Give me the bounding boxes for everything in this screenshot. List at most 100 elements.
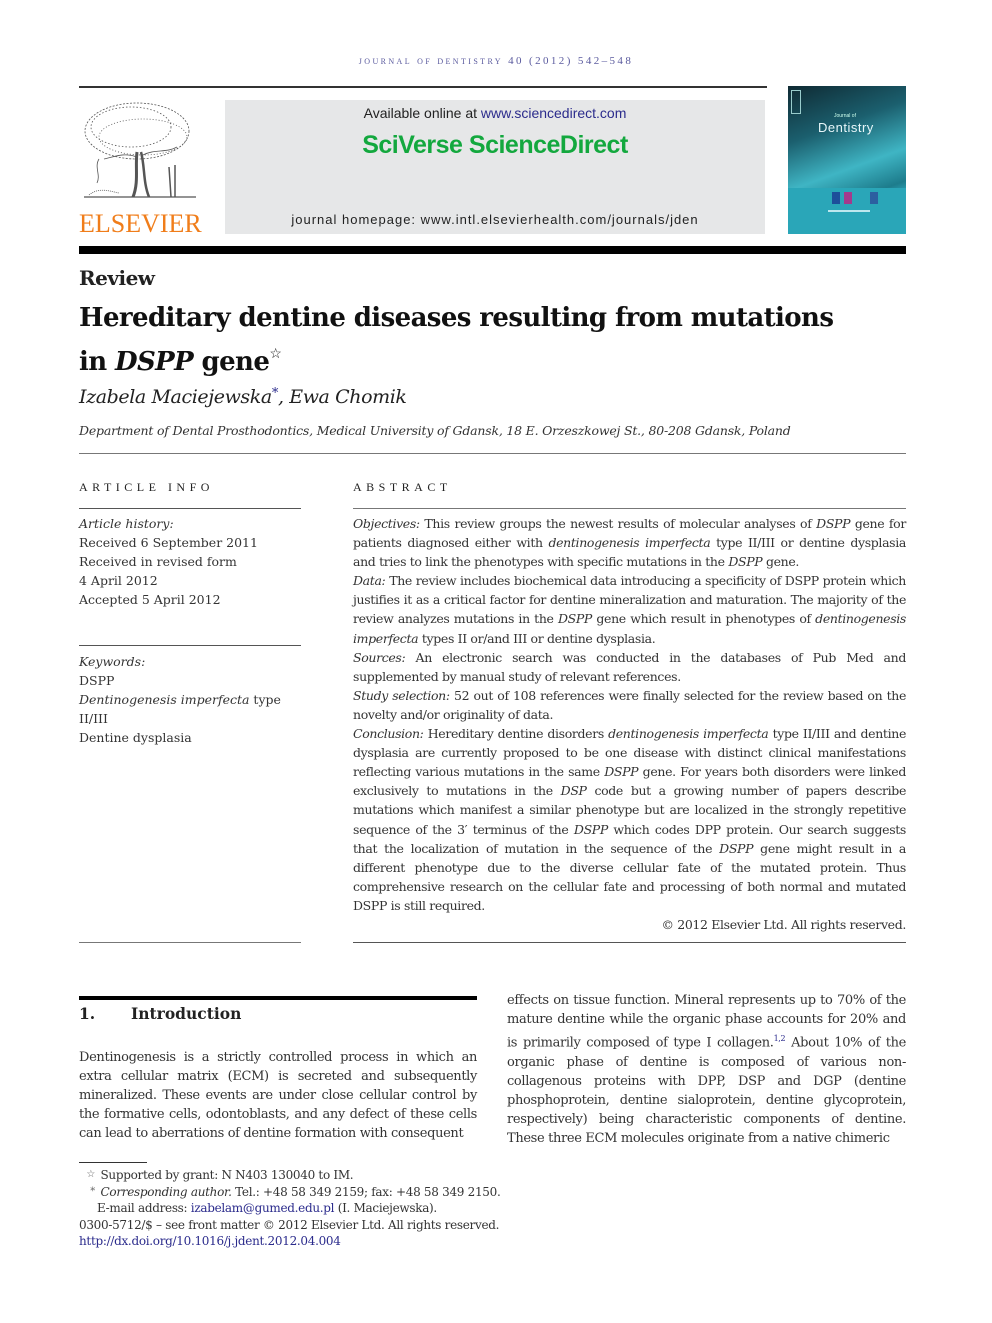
cover-thumb-3 <box>870 192 878 204</box>
abstract-rule <box>353 508 906 509</box>
journal-homepage[interactable]: journal homepage: www.intl.elsevierhealt… <box>225 212 765 227</box>
abstract-text: This review groups the newest results of… <box>419 516 817 531</box>
article-title: Hereditary dentine diseases resulting fr… <box>79 300 859 380</box>
reference-citation[interactable]: 1,2 <box>774 1034 786 1043</box>
title-line-1: Hereditary dentine diseases resulting fr… <box>79 303 834 333</box>
available-online-line: Available online at www.sciencedirect.co… <box>225 105 765 121</box>
star-icon: ☆ <box>86 1169 95 1180</box>
author-separator: , <box>277 386 290 408</box>
body-text: About 10% of the organic phase of dentin… <box>507 1035 906 1146</box>
footnotes: ☆ Supported by grant: N N403 130040 to I… <box>79 1167 539 1250</box>
gene-name: DSPP <box>816 516 851 531</box>
article-info-bottom-rule <box>79 942 301 943</box>
keyword-italic: Dentinogenesis imperfecta <box>79 692 250 707</box>
disease-name: dentinogenesis imperfecta <box>548 535 711 551</box>
keywords: Keywords: DSPP Dentinogenesis imperfecta… <box>79 652 301 747</box>
body-paragraph: effects on tissue function. Mineral repr… <box>507 991 906 1148</box>
asterisk-icon: * <box>90 1185 95 1197</box>
body-column-right: effects on tissue function. Mineral repr… <box>507 991 906 1148</box>
section-title: Introduction <box>131 1004 242 1023</box>
cover-thumb-2 <box>844 192 852 204</box>
footnote-rule <box>79 1162 147 1163</box>
footnote-text: Supported by grant: N N403 130040 to IM. <box>100 1168 354 1182</box>
abstract-text: An electronic search was conducted in th… <box>353 649 906 684</box>
conclusion-label: Conclusion: <box>353 726 424 742</box>
cover-subtitle: Journal of <box>834 113 856 119</box>
abstract-conclusion: Conclusion: Hereditary dentine disorders… <box>353 724 906 915</box>
keywords-label: Keywords: <box>79 654 146 669</box>
abstract-bottom-rule <box>353 942 906 943</box>
footnote-text: E-mail address: <box>97 1201 191 1215</box>
cover-thumb-1 <box>832 192 840 204</box>
title-line-2-prefix: in <box>79 347 116 377</box>
article-history-label: Article history: <box>79 516 174 531</box>
abstract-study-selection: Study selection: 52 out of 108 reference… <box>353 686 906 724</box>
abstract-body: Objectives: This review groups the newes… <box>353 514 906 934</box>
article-type: Review <box>79 266 155 290</box>
sources-label: Sources: <box>353 649 406 665</box>
abstract-text: gene. <box>762 554 800 570</box>
abstract-text: Hereditary dentine disorders <box>423 726 609 742</box>
gene-name: DSPP <box>557 611 592 627</box>
gene-name: DSPP <box>728 554 763 570</box>
journal-cover-thumbnail: Journal of Dentistry <box>788 86 906 234</box>
body-column-left: Dentinogenesis is a strictly controlled … <box>79 1048 477 1143</box>
history-item: Received 6 September 2011 <box>79 535 258 550</box>
footnote-corresponding: * Corresponding author. Tel.: +48 58 349… <box>79 1184 539 1201</box>
gene-name: DSPP <box>573 821 608 837</box>
affiliation: Department of Dental Prosthodontics, Med… <box>79 423 791 438</box>
affiliation-rule <box>79 453 906 454</box>
gene-name: DSP <box>560 783 587 799</box>
footnote-text: Tel.: +48 58 349 2159; fax: +48 58 349 2… <box>231 1184 501 1199</box>
email-link[interactable]: izabelam@gumed.edu.pl <box>191 1201 335 1215</box>
abstract-objectives: Objectives: This review groups the newes… <box>353 514 906 571</box>
keyword-item: Dentinogenesis imperfecta type II/III <box>79 690 301 728</box>
footnote-label: Corresponding author. <box>100 1184 232 1199</box>
gene-name: DSPP <box>604 764 639 780</box>
history-item: 4 April 2012 <box>79 573 158 588</box>
cover-title: Dentistry <box>818 120 874 135</box>
available-online-label: Available online at <box>363 105 481 121</box>
abstract-data: Data: The review includes biochemical da… <box>353 571 906 647</box>
abstract-copyright: © 2012 Elsevier Ltd. All rights reserved… <box>661 916 906 932</box>
section-rule <box>79 996 477 1000</box>
keywords-rule <box>79 645 301 646</box>
masthead-top-rule <box>79 86 767 88</box>
author-name: Ewa Chomik <box>289 386 407 408</box>
history-item: Received in revised form <box>79 554 237 569</box>
author-name: Izabela Maciejewska <box>79 386 272 408</box>
gene-name: DSPP <box>719 840 754 856</box>
section-heading-introduction: 1. Introduction <box>79 1004 241 1023</box>
sciverse-sciencedirect-logo: SciVerse ScienceDirect <box>362 131 628 159</box>
elsevier-tree-icon <box>84 102 196 198</box>
title-gene-name: DSPP <box>115 347 194 377</box>
objectives-label: Objectives: <box>353 516 420 531</box>
history-item: Accepted 5 April 2012 <box>79 592 221 607</box>
running-head: journal of dentistry 40 (2012) 542–548 <box>358 55 634 67</box>
abstract-text: types II or/and III or dentine dysplasia… <box>418 630 656 646</box>
section-number: 1. <box>79 1004 96 1023</box>
author-list: Izabela Maciejewska*, Ewa Chomik <box>79 386 407 408</box>
sciencedirect-banner: Available online at www.sciencedirect.co… <box>225 100 765 234</box>
article-info-rule <box>79 508 301 509</box>
sciencedirect-link[interactable]: www.sciencedirect.com <box>481 105 627 121</box>
keyword-item: Dentine dysplasia <box>79 730 192 745</box>
study-selection-label: Study selection: <box>353 687 450 703</box>
article-info-heading: ARTICLE INFO <box>79 480 214 494</box>
masthead-bottom-rule <box>79 246 906 254</box>
doi-line: http://dx.doi.org/10.1016/j.jdent.2012.0… <box>79 1233 539 1250</box>
title-footnote-mark[interactable]: ☆ <box>269 346 282 362</box>
abstract-text: gene which result in phenotypes of <box>592 611 816 627</box>
front-matter-line: 0300-5712/$ – see front matter © 2012 El… <box>79 1217 500 1232</box>
keyword-item: DSPP <box>79 673 115 688</box>
footnote-grant: ☆ Supported by grant: N N403 130040 to I… <box>79 1167 539 1184</box>
footnote-email: E-mail address: izabelam@gumed.edu.pl (I… <box>79 1200 539 1217</box>
elsevier-logo: ELSEVIER <box>79 97 204 237</box>
abstract-heading: ABSTRACT <box>353 480 452 494</box>
abstract-sources: Sources: An electronic search was conduc… <box>353 648 906 686</box>
doi-link[interactable]: http://dx.doi.org/10.1016/j.jdent.2012.0… <box>79 1234 341 1248</box>
title-line-2-suffix: gene <box>193 347 270 377</box>
body-paragraph: Dentinogenesis is a strictly controlled … <box>79 1050 477 1142</box>
data-label: Data: <box>353 573 386 589</box>
footnote-text: (I. Maciejewska). <box>334 1201 438 1215</box>
